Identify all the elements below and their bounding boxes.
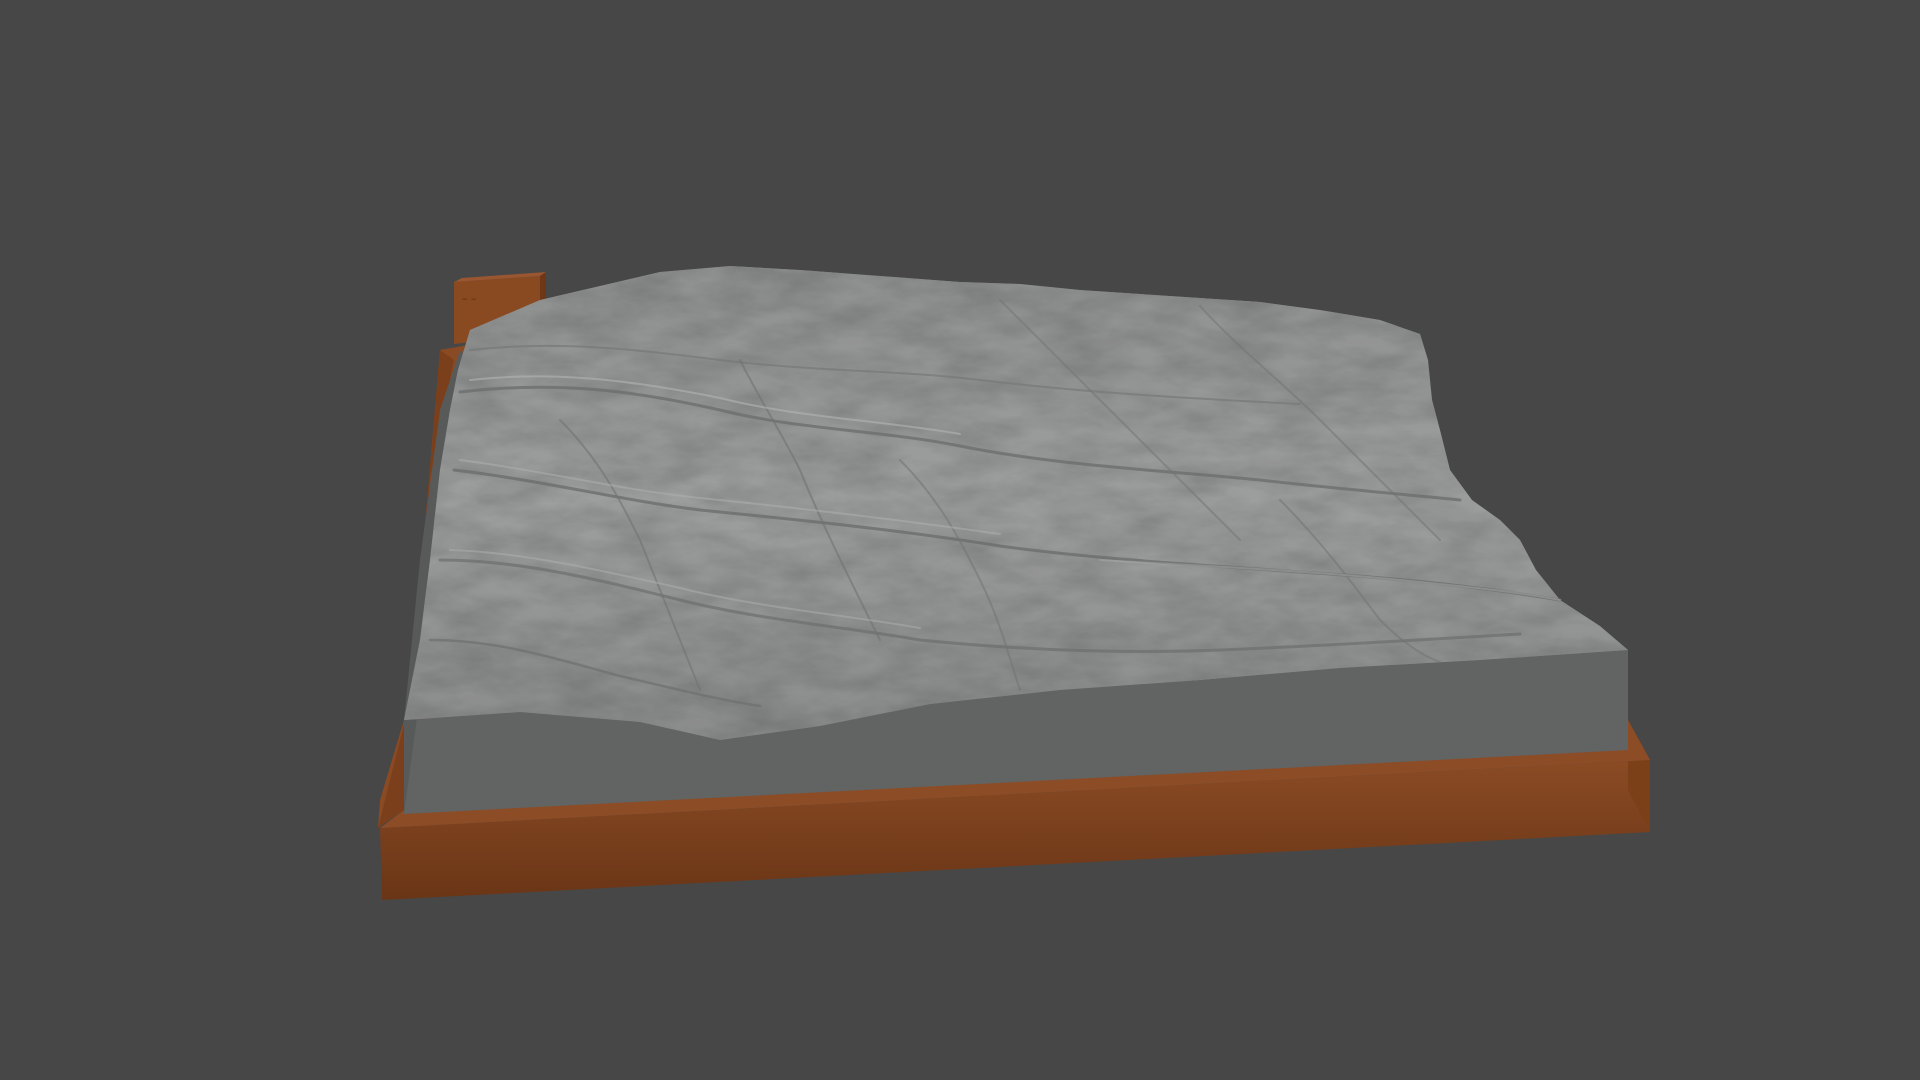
3d-viewport[interactable]: – – (0, 0, 1920, 1080)
label-plate-text: – – (462, 292, 477, 305)
terrain-model-render: – – (378, 266, 1650, 900)
